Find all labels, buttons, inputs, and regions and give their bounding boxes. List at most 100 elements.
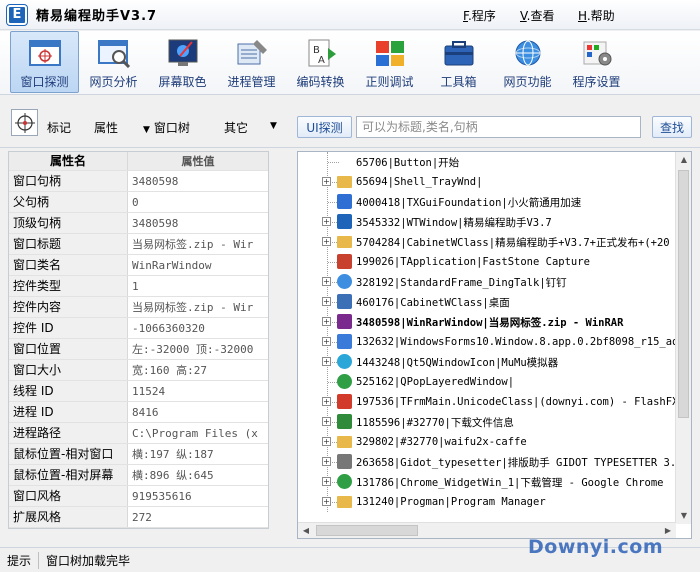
expand-icon[interactable]: + — [322, 477, 331, 486]
menu-program[interactable]: F.程序 — [463, 7, 496, 24]
expand-icon[interactable]: + — [322, 217, 331, 226]
settings-icon — [580, 37, 614, 69]
property-row[interactable]: 线程 ID 11524 — [9, 381, 268, 402]
tree-node-label: 3480598|WinRarWindow|当易网标签.zip - WinRAR — [356, 316, 624, 329]
expand-icon[interactable]: + — [322, 177, 331, 186]
tree-node[interactable]: 4000418|TXGuiFoundation|小火箭通用加速 — [298, 192, 676, 212]
tree-node[interactable]: +1443248|Qt5QWindowIcon|MuMu模拟器 — [298, 352, 676, 372]
property-value[interactable]: 左:-32000 顶:-32000 — [128, 339, 268, 359]
capture-icon — [337, 254, 352, 269]
property-value[interactable]: 宽:160 高:27 — [128, 360, 268, 380]
property-value[interactable]: 当易网标签.zip - Wir — [128, 234, 268, 254]
property-value[interactable]: 当易网标签.zip - Wir — [128, 297, 268, 317]
menu-help[interactable]: H.帮助 — [578, 7, 615, 24]
tree-node[interactable]: 65706|Button|开始 — [298, 152, 676, 172]
property-row[interactable]: 父句柄 0 — [9, 192, 268, 213]
tool-color-picker[interactable]: 屏幕取色 — [148, 31, 217, 93]
tool-toolbox[interactable]: 工具箱 — [424, 31, 493, 93]
expand-icon[interactable]: + — [322, 297, 331, 306]
folder-icon — [337, 436, 352, 448]
property-name: 扩展风格 — [9, 507, 128, 527]
tree-dropdown[interactable]: ▼ 窗口树 — [143, 119, 190, 136]
expand-icon[interactable]: + — [322, 417, 331, 426]
property-row[interactable]: 窗口标题 当易网标签.zip - Wir — [9, 234, 268, 255]
search-button[interactable]: 查找 — [652, 116, 692, 138]
expand-icon[interactable]: + — [322, 397, 331, 406]
scroll-up-icon[interactable]: ▲ — [676, 152, 691, 168]
property-row[interactable]: 鼠标位置-相对屏幕 横:896 纵:645 — [9, 465, 268, 486]
tool-process-manager[interactable]: 进程管理 — [217, 31, 286, 93]
expand-icon[interactable]: + — [322, 497, 331, 506]
property-row[interactable]: 进程路径 C:\Program Files (x — [9, 423, 268, 444]
property-row[interactable]: 进程 ID 8416 — [9, 402, 268, 423]
property-row[interactable]: 窗口大小 宽:160 高:27 — [9, 360, 268, 381]
expand-icon[interactable]: + — [322, 357, 331, 366]
property-value[interactable]: 3480598 — [128, 213, 268, 233]
attr-dropdown[interactable]: 属性 — [94, 119, 118, 136]
tree-node[interactable]: +132632|WindowsForms10.Window.8.app.0.2b… — [298, 332, 676, 352]
other-dropdown-arrow-icon[interactable]: ▼ — [270, 121, 277, 131]
property-value[interactable]: 8416 — [128, 402, 268, 422]
property-value[interactable]: WinRarWindow — [128, 255, 268, 275]
property-row[interactable]: 窗口风格 919535616 — [9, 486, 268, 507]
tool-web-analysis[interactable]: 网页分析 — [79, 31, 148, 93]
property-value[interactable]: 11524 — [128, 381, 268, 401]
tree-node[interactable]: +328192|StandardFrame_DingTalk|钉钉 — [298, 272, 676, 292]
scroll-down-icon[interactable]: ▼ — [676, 508, 691, 524]
tree-node[interactable]: +3480598|WinRarWindow|当易网标签.zip - WinRAR — [298, 312, 676, 332]
expand-icon[interactable]: + — [322, 457, 331, 466]
expand-icon[interactable]: + — [322, 277, 331, 286]
tree-node[interactable]: +197536|TFrmMain.UnicodeClass|(downyi.co… — [298, 392, 676, 412]
property-value[interactable]: -1066360320 — [128, 318, 268, 338]
mark-label[interactable]: 标记 — [47, 119, 71, 136]
property-value[interactable]: 3480598 — [128, 171, 268, 191]
property-row[interactable]: 控件内容 当易网标签.zip - Wir — [9, 297, 268, 318]
property-value[interactable]: 横:197 纵:187 — [128, 444, 268, 464]
property-row[interactable]: 窗口位置 左:-32000 顶:-32000 — [9, 339, 268, 360]
expand-icon[interactable]: + — [322, 237, 331, 246]
property-row[interactable]: 鼠标位置-相对窗口 横:197 纵:187 — [9, 444, 268, 465]
window-tree[interactable]: 65706|Button|开始 +65694|Shell_TrayWnd| 4000… — [297, 151, 692, 539]
vertical-scrollbar[interactable]: ▲ ▼ — [675, 152, 691, 524]
property-row[interactable]: 扩展风格 272 — [9, 507, 268, 528]
property-value[interactable]: 1 — [128, 276, 268, 296]
property-name: 控件 ID — [9, 318, 128, 338]
tool-settings[interactable]: 程序设置 — [562, 31, 631, 93]
tree-node[interactable]: +329802|#32770|waifu2x-caffe — [298, 432, 676, 452]
property-value[interactable]: C:\Program Files (x — [128, 423, 268, 443]
expand-icon[interactable]: + — [322, 317, 331, 326]
tool-encoding-convert[interactable]: BA 编码转换 — [286, 31, 355, 93]
tree-node[interactable]: +1185596|#32770|下载文件信息 — [298, 412, 676, 432]
menu-view[interactable]: V.查看 — [520, 7, 555, 24]
tree-node[interactable]: +5704284|CabinetWClass|精易编程助手+V3.7+正式发布+… — [298, 232, 676, 252]
tree-node[interactable]: 199026|TApplication|FastStone Capture — [298, 252, 676, 272]
property-value[interactable]: 919535616 — [128, 486, 268, 506]
expand-icon[interactable]: + — [322, 437, 331, 446]
tree-node[interactable]: +131240|Progman|Program Manager — [298, 492, 676, 512]
vertical-scroll-thumb[interactable] — [678, 170, 689, 418]
tool-regex-debug[interactable]: 正则调试 — [355, 31, 424, 93]
property-value[interactable]: 0 — [128, 192, 268, 212]
tree-node[interactable]: +65694|Shell_TrayWnd| — [298, 172, 676, 192]
horizontal-scroll-thumb[interactable] — [316, 525, 418, 536]
tool-web-function[interactable]: 网页功能 — [493, 31, 562, 93]
tree-node[interactable]: 525162|QPopLayeredWindow| — [298, 372, 676, 392]
ui-probe-button[interactable]: UI探测 — [297, 116, 352, 138]
tree-node[interactable]: +3545332|WTWindow|精易编程助手V3.7 — [298, 212, 676, 232]
expand-icon[interactable]: + — [322, 337, 331, 346]
property-value[interactable]: 272 — [128, 507, 268, 527]
search-input[interactable] — [356, 116, 641, 138]
crosshair-icon[interactable] — [11, 109, 38, 136]
property-row[interactable]: 窗口类名 WinRarWindow — [9, 255, 268, 276]
property-row[interactable]: 控件类型 1 — [9, 276, 268, 297]
tree-node[interactable]: +263658|Gidot_typesetter|排版助手 GIDOT TYPE… — [298, 452, 676, 472]
scroll-left-icon[interactable]: ◀ — [298, 523, 314, 538]
tree-node[interactable]: +460176|CabinetWClass|桌面 — [298, 292, 676, 312]
property-row[interactable]: 控件 ID -1066360320 — [9, 318, 268, 339]
tree-node[interactable]: +131786|Chrome_WidgetWin_1|下载管理 - Google… — [298, 472, 676, 492]
property-value[interactable]: 横:896 纵:645 — [128, 465, 268, 485]
tool-window-probe[interactable]: 窗口探测 — [10, 31, 79, 93]
property-row[interactable]: 窗口句柄 3480598 — [9, 171, 268, 192]
other-dropdown[interactable]: 其它 — [224, 119, 248, 136]
property-row[interactable]: 顶级句柄 3480598 — [9, 213, 268, 234]
